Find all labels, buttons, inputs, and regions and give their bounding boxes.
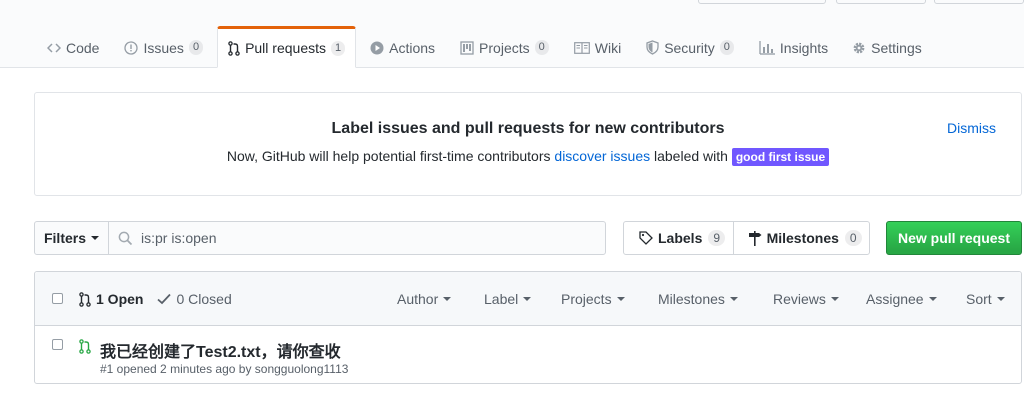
tab-insights[interactable]: Insights <box>759 27 828 68</box>
chevron-down-icon <box>91 236 99 240</box>
chevron-down-icon <box>729 297 738 301</box>
open-filter[interactable]: 1 Open <box>79 291 143 307</box>
projects-menu[interactable]: Projects <box>561 291 625 307</box>
code-icon <box>47 42 61 54</box>
reviews-menu[interactable]: Reviews <box>773 291 839 307</box>
select-all-checkbox[interactable] <box>52 293 63 304</box>
gear-icon <box>852 41 866 55</box>
watch-button[interactable] <box>698 0 826 4</box>
project-icon <box>460 40 474 55</box>
state-toggles: 1 Open 0 Closed <box>79 291 232 307</box>
issue-opened-icon <box>124 40 139 55</box>
tab-label: Issues <box>143 39 184 56</box>
label-menu[interactable]: Label <box>484 291 532 307</box>
issues-count-badge: 0 <box>188 40 204 55</box>
milestones-button-label: Milestones <box>766 230 839 246</box>
author-menu-label: Author <box>397 291 439 307</box>
filter-bar: Filters <box>34 221 606 255</box>
filters-button[interactable]: Filters <box>34 221 109 255</box>
labels-button-label: Labels <box>658 230 703 246</box>
milestone-icon <box>748 230 762 246</box>
tab-label: Wiki <box>594 39 622 56</box>
labels-count-badge: 9 <box>708 230 726 246</box>
pull-requests-count-badge: 1 <box>331 40 346 56</box>
row-checkbox[interactable] <box>52 339 63 350</box>
git-pull-request-icon <box>79 291 91 307</box>
shield-icon <box>646 40 659 55</box>
tab-projects[interactable]: Projects 0 <box>460 27 549 68</box>
tab-label: Security <box>664 39 715 56</box>
closed-filter[interactable]: 0 Closed <box>157 291 232 307</box>
tab-actions[interactable]: Actions <box>370 27 435 68</box>
good-first-issue-banner: Label issues and pull requests for new c… <box>34 92 1022 196</box>
open-count-label: 1 Open <box>96 291 144 307</box>
tab-label: Actions <box>389 39 436 56</box>
sort-menu[interactable]: Sort <box>966 291 1005 307</box>
milestones-menu-label: Milestones <box>658 291 725 307</box>
labels-button[interactable]: Labels 9 <box>624 222 734 254</box>
tab-code[interactable]: Code <box>47 27 99 68</box>
label-menu-label: Label <box>484 291 519 307</box>
chevron-down-icon <box>996 297 1005 301</box>
chevron-down-icon <box>523 297 532 301</box>
pull-request-title-link[interactable]: 我已经创建了Test2.txt，请你查收 <box>100 338 341 362</box>
list-header: 1 Open 0 Closed Author Label Projects Mi… <box>35 272 1021 326</box>
banner-title: Label issues and pull requests for new c… <box>331 120 725 137</box>
search-box[interactable] <box>108 221 606 255</box>
milestones-count-badge: 0 <box>844 230 862 246</box>
new-pull-request-button[interactable]: New pull request <box>886 221 1022 255</box>
security-count-badge: 0 <box>719 40 734 55</box>
projects-count-badge: 0 <box>534 40 549 55</box>
tag-icon <box>639 231 653 245</box>
tab-label: Pull requests <box>245 40 326 56</box>
discover-issues-link[interactable]: discover issues <box>554 148 650 164</box>
projects-menu-label: Projects <box>561 291 612 307</box>
open-pull-request-icon <box>79 339 91 357</box>
chevron-down-icon <box>616 297 625 301</box>
assignee-menu[interactable]: Assignee <box>866 291 937 307</box>
tab-label: Projects <box>479 39 530 56</box>
labels-milestones-group: Labels 9 Milestones 0 <box>623 221 870 255</box>
dismiss-button[interactable]: Dismiss <box>947 120 996 136</box>
repo-header: Code Issues 0 Pull requests 1 Actions Pr… <box>0 0 1024 68</box>
tab-security[interactable]: Security 0 <box>646 27 734 68</box>
filters-button-label: Filters <box>43 230 86 246</box>
book-icon <box>573 41 590 54</box>
star-button[interactable] <box>836 0 926 4</box>
play-icon <box>370 41 384 55</box>
good-first-issue-label[interactable]: good first issue <box>731 148 830 166</box>
banner-text: Now, GitHub will help potential first-ti… <box>35 148 1021 166</box>
pull-request-row[interactable]: 我已经创建了Test2.txt，请你查收 #1 opened 2 minutes… <box>35 326 1021 383</box>
tab-pull-requests[interactable]: Pull requests 1 <box>217 26 357 68</box>
graph-icon <box>759 40 775 55</box>
pull-request-meta: #1 opened 2 minutes ago by songguolong11… <box>100 362 349 376</box>
git-pull-request-icon <box>228 40 240 56</box>
assignee-menu-label: Assignee <box>866 291 924 307</box>
reviews-menu-label: Reviews <box>773 291 826 307</box>
sort-menu-label: Sort <box>966 291 992 307</box>
pull-request-list: 1 Open 0 Closed Author Label Projects Mi… <box>34 271 1022 384</box>
banner-text-start: Now, GitHub will help potential first-ti… <box>226 148 555 164</box>
author-menu[interactable]: Author <box>397 291 452 307</box>
tab-issues[interactable]: Issues 0 <box>124 27 204 68</box>
chevron-down-icon <box>443 297 452 301</box>
repo-nav-tabs: Code Issues 0 Pull requests 1 Actions Pr… <box>0 26 922 68</box>
fork-button[interactable] <box>934 0 1024 4</box>
milestones-menu[interactable]: Milestones <box>658 291 738 307</box>
tab-label: Code <box>66 39 100 56</box>
search-input[interactable] <box>141 222 601 254</box>
check-icon <box>157 293 172 305</box>
search-icon <box>118 231 133 249</box>
milestones-button[interactable]: Milestones 0 <box>734 222 869 254</box>
closed-count-label: 0 Closed <box>176 291 232 307</box>
tab-settings[interactable]: Settings <box>852 27 922 68</box>
banner-text-end: labeled with <box>650 148 732 164</box>
tab-label: Settings <box>871 39 922 56</box>
chevron-down-icon <box>928 297 937 301</box>
tab-label: Insights <box>779 39 829 56</box>
chevron-down-icon <box>830 297 839 301</box>
tab-wiki[interactable]: Wiki <box>573 27 622 68</box>
